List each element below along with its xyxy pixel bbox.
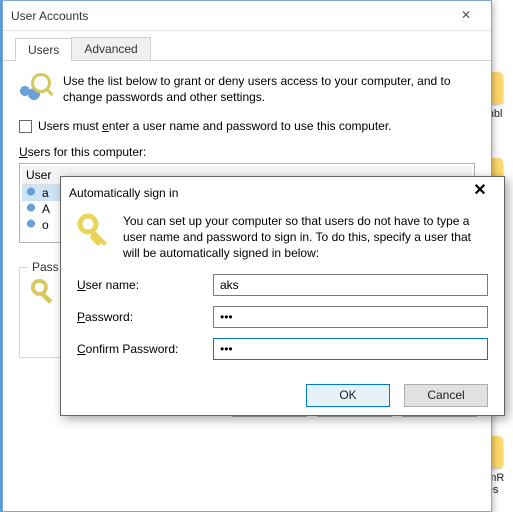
auto-signin-dialog: Automatically sign in ✕ You can set up y… <box>60 176 505 416</box>
user-icon <box>24 218 38 232</box>
confirm-password-input[interactable] <box>213 338 488 360</box>
password-input[interactable] <box>213 306 488 328</box>
username-input[interactable] <box>213 274 488 296</box>
user-icon <box>24 202 38 216</box>
confirm-password-label: Confirm Password: <box>77 342 213 356</box>
tab-users[interactable]: Users <box>15 38 72 61</box>
close-icon[interactable]: ✕ <box>464 181 496 205</box>
group-label: Pass <box>28 260 63 274</box>
ok-button[interactable]: OK <box>306 384 390 407</box>
dialog-buttons: OK Cancel <box>61 380 504 417</box>
username-label: User name: <box>77 278 213 292</box>
key-icon <box>77 213 109 253</box>
tabs: Users Advanced <box>3 31 491 61</box>
titlebar[interactable]: User Accounts ✕ <box>3 1 491 31</box>
password-label: Password: <box>77 310 213 324</box>
tab-advanced[interactable]: Advanced <box>71 37 150 60</box>
dialog-title: Automatically sign in <box>69 186 464 200</box>
require-login-checkbox[interactable]: Users must enter a user name and passwor… <box>19 119 475 133</box>
window-title: User Accounts <box>11 9 449 23</box>
titlebar[interactable]: Automatically sign in ✕ <box>61 177 504 209</box>
close-icon[interactable]: ✕ <box>449 4 483 28</box>
key-icon <box>30 278 60 308</box>
dialog-text: You can set up your computer so that use… <box>123 213 488 262</box>
intro-text: Use the list below to grant or deny user… <box>63 73 475 105</box>
users-list-label: Users for this computer: <box>19 145 475 159</box>
cancel-button[interactable]: Cancel <box>404 384 488 407</box>
users-icon <box>19 73 51 105</box>
checkbox-icon <box>19 120 32 133</box>
user-icon <box>24 186 38 200</box>
checkbox-label: Users must enter a user name and passwor… <box>38 119 392 133</box>
